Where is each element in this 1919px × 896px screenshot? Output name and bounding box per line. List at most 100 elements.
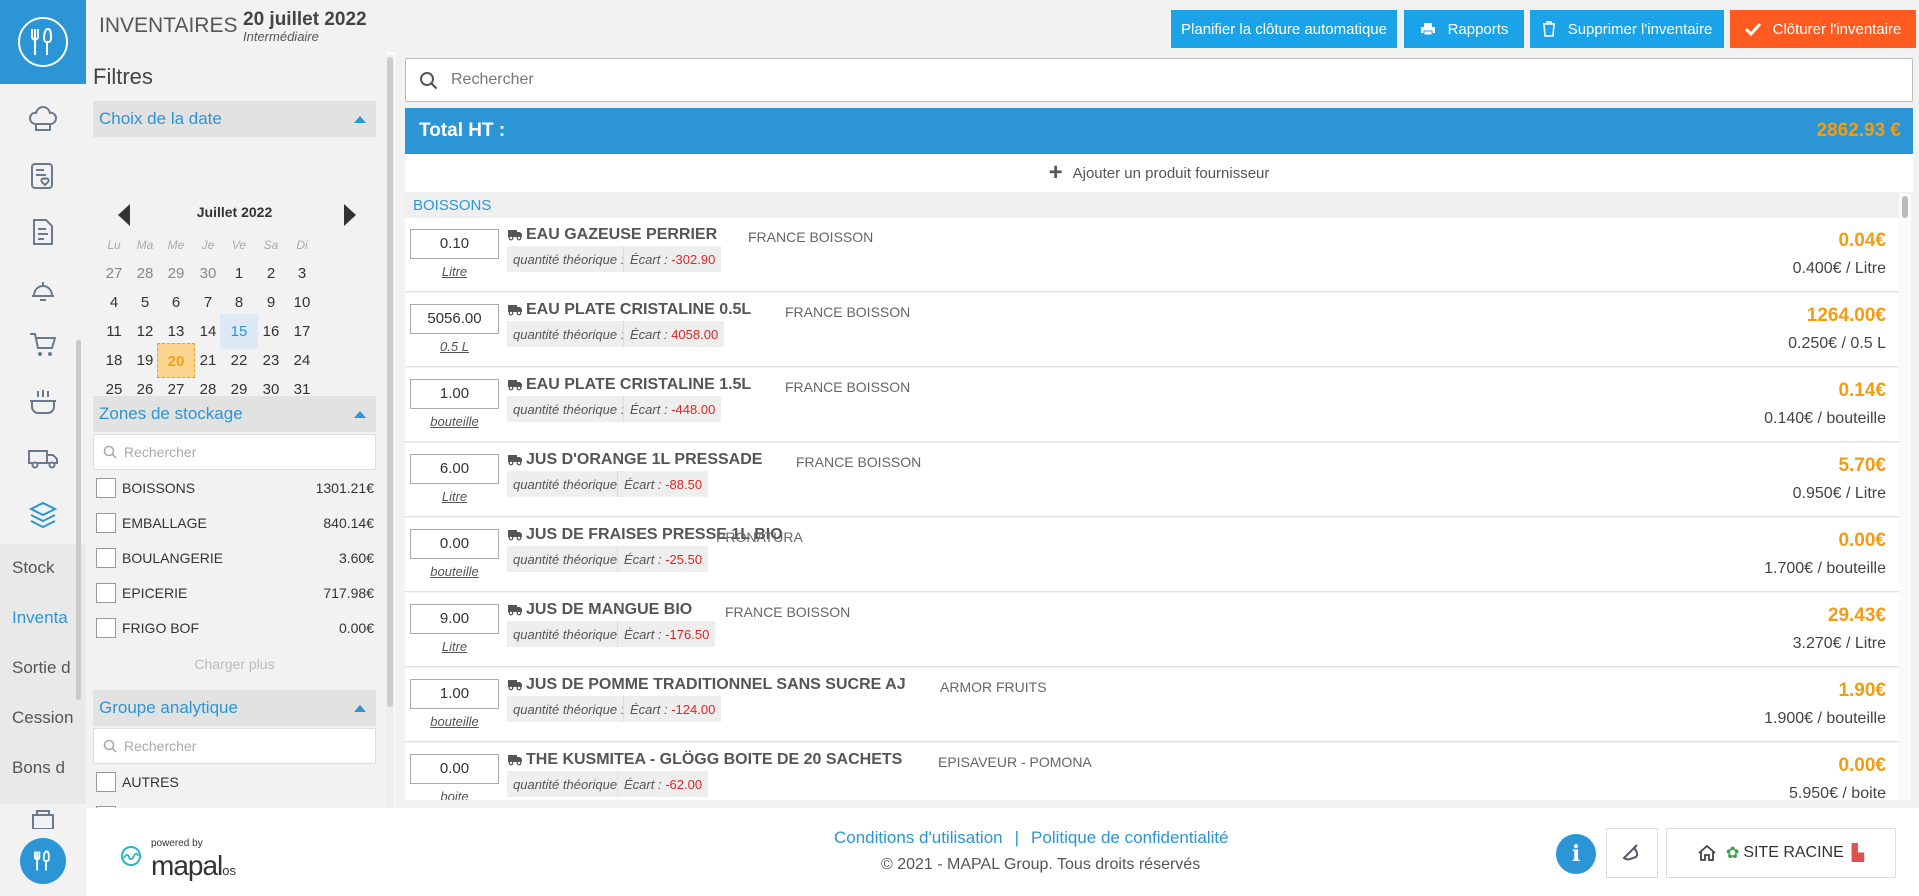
cooking-pot-icon[interactable] <box>22 381 64 423</box>
checkbox[interactable] <box>96 772 116 792</box>
service-bell-icon[interactable] <box>22 268 64 310</box>
supplier-name: FRANCE BOISSON <box>725 604 851 620</box>
analytic-section-header[interactable]: Groupe analytique <box>93 690 376 726</box>
zone-item[interactable]: BOULANGERIE 3.60€ <box>96 546 374 570</box>
quantity-input[interactable]: 5056.00 <box>410 304 499 334</box>
document-icon[interactable] <box>22 211 64 253</box>
filters-scrollbar[interactable] <box>386 55 394 808</box>
checkbox[interactable] <box>96 583 116 603</box>
variance-value: -448.00 <box>671 402 716 417</box>
inventory-date: 20 juillet 2022 <box>243 9 367 30</box>
quantity-input[interactable]: 1.00 <box>410 679 499 709</box>
theoretical-label: quantité théorique : <box>513 327 625 342</box>
unit-link[interactable]: bouteille <box>410 414 499 429</box>
product-name[interactable]: JUS DE MANGUE BIO <box>526 601 692 619</box>
product-search[interactable] <box>405 58 1913 102</box>
zone-item[interactable]: BOISSONS 1301.21€ <box>96 476 374 500</box>
sidebar-item-cessions[interactable]: Cession <box>12 708 74 728</box>
stack-layers-icon[interactable] <box>22 494 64 536</box>
load-more-button[interactable]: Charger plus <box>93 656 376 672</box>
next-month-icon[interactable] <box>344 204 356 226</box>
quantity-input[interactable]: 6.00 <box>410 454 499 484</box>
unit-link[interactable]: 0.5 L <box>410 339 499 354</box>
zone-label: BOULANGERIE <box>122 550 224 566</box>
analytic-item-autres[interactable]: AUTRES <box>96 770 374 794</box>
product-list: 0.10 Litre EAU GAZEUSE PERRIER FRANCE BOISS… <box>405 218 1900 800</box>
zones-section-header[interactable]: Zones de stockage <box>93 396 376 432</box>
add-product-label: Ajouter un produit fournisseur <box>1072 164 1270 182</box>
total-value: 2862.93 € <box>1816 120 1901 141</box>
variance-value: -302.90 <box>671 252 716 267</box>
zone-item[interactable]: EMBALLAGE 840.14€ <box>96 511 374 535</box>
cart-icon[interactable] <box>22 324 64 366</box>
unit-link[interactable]: bouteille <box>410 714 499 729</box>
unit-link[interactable]: Litre <box>410 489 499 504</box>
delivery-truck-icon[interactable] <box>22 437 64 479</box>
product-name[interactable]: EAU PLATE CRISTALINE 0.5L <box>526 301 751 319</box>
checkbox[interactable] <box>96 478 116 498</box>
app-logo[interactable] <box>0 0 86 84</box>
delete-inventory-button[interactable]: Supprimer l'inventaire <box>1530 10 1724 48</box>
product-row: 5056.00 0.5 L EAU PLATE CRISTALINE 0.5L FRA… <box>405 293 1900 367</box>
analytic-search-input[interactable]: Rechercher <box>93 728 376 764</box>
zone-value: 717.98€ <box>323 585 374 601</box>
sidebar-item-stock[interactable]: Stock <box>12 558 74 578</box>
info-icon[interactable]: i <box>1556 834 1596 874</box>
zone-value: 840.14€ <box>323 515 374 531</box>
product-row: 1.00 bouteille EAU PLATE CRISTALINE 1.5L FR… <box>405 368 1900 442</box>
analytic-item-label: AUTRES <box>122 774 179 790</box>
list-scrollbar[interactable] <box>1899 194 1911 800</box>
product-name[interactable]: THE KUSMITEA - GLÖGG BOITE DE 20 SACHETS <box>526 751 902 769</box>
theoretical-label: quantité théorique : <box>513 627 625 642</box>
zone-item[interactable]: EPICERIE 717.98€ <box>96 581 374 605</box>
checkbox[interactable] <box>96 548 116 568</box>
chef-hat-icon[interactable] <box>22 98 64 140</box>
sidebar-item-sorties[interactable]: Sortie d <box>12 658 74 678</box>
unit-link[interactable]: bouteille <box>410 564 499 579</box>
sidebar-item-bons[interactable]: Bons d <box>12 758 74 778</box>
unit-price: 0.950€ / Litre <box>1792 485 1886 502</box>
zone-item[interactable]: FRIGO BOF 0.00€ <box>96 616 374 640</box>
search-icon <box>103 739 117 753</box>
plan-closure-label: Planifier la clôture automatique <box>1181 20 1387 38</box>
variance-value: -25.50 <box>665 552 703 567</box>
recipe-card-icon[interactable] <box>22 155 64 197</box>
unit-link[interactable]: boite <box>410 789 499 800</box>
variance: Écart : -176.50 <box>617 621 716 647</box>
checkbox[interactable] <box>96 618 116 638</box>
product-name[interactable]: JUS D'ORANGE 1L PRESSADE <box>526 451 762 469</box>
product-name[interactable]: EAU PLATE CRISTALINE 1.5L <box>526 376 751 394</box>
rail-scrollbar[interactable] <box>76 340 81 700</box>
weekday-label: Di <box>296 238 308 252</box>
fork-knife-icon[interactable] <box>20 838 66 884</box>
variance: Écart : -88.50 <box>617 471 709 497</box>
quantity-input[interactable]: 0.00 <box>410 529 499 559</box>
search-input[interactable] <box>451 67 1891 93</box>
quantity-input[interactable]: 0.00 <box>410 754 499 784</box>
close-inventory-button[interactable]: Clôturer l'inventaire <box>1730 10 1916 48</box>
sidebar-item-inventaires[interactable]: Inventa <box>12 608 74 628</box>
product-row: 9.00 Litre JUS DE MANGUE BIO FRANCE BOISSON… <box>405 593 1900 667</box>
quantity-input[interactable]: 1.00 <box>410 379 499 409</box>
zones-search-input[interactable]: Rechercher <box>93 434 376 470</box>
unit-link[interactable]: Litre <box>410 639 499 654</box>
checkbox[interactable] <box>96 513 116 533</box>
page-title: INVENTAIRES <box>99 14 238 37</box>
add-supplier-product-button[interactable]: + Ajouter un produit fournisseur <box>405 154 1913 192</box>
product-name[interactable]: JUS DE POMME TRADITIONNEL SANS SUCRE AJ <box>526 676 906 694</box>
powered-by: powered by <box>151 838 203 849</box>
terms-link[interactable]: Conditions d'utilisation <box>834 828 1003 847</box>
register-icon[interactable] <box>22 798 64 840</box>
plan-closure-button[interactable]: Planifier la clôture automatique <box>1171 10 1397 48</box>
privacy-link[interactable]: Politique de confidentialité <box>1031 828 1229 847</box>
reports-button[interactable]: Rapports <box>1404 10 1524 48</box>
unit-link[interactable]: Litre <box>410 264 499 279</box>
product-name[interactable]: EAU GAZEUSE PERRIER <box>526 226 717 244</box>
quantity-input[interactable]: 9.00 <box>410 604 499 634</box>
variance-value: 4058.00 <box>671 327 719 342</box>
site-selector-button[interactable]: ✿ SITE RACINE ▙ <box>1666 828 1896 878</box>
date-section-label: Choix de la date <box>99 109 222 128</box>
notification-bell-icon[interactable] <box>1606 828 1658 878</box>
date-section-header[interactable]: Choix de la date <box>93 101 376 137</box>
quantity-input[interactable]: 0.10 <box>410 229 499 259</box>
